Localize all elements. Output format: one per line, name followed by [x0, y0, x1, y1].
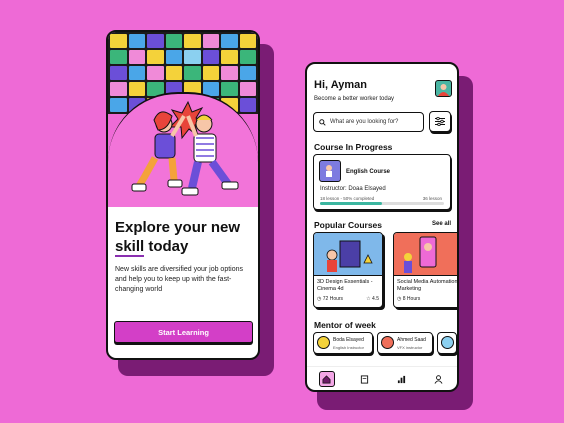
mentor-role: English Instructor [333, 345, 364, 350]
mentor-role: VFX instructor [397, 345, 423, 350]
mentors-list: Boda Elsayed English Instructor Ahmed Sa… [313, 332, 457, 356]
course-meta: ◷ 8 Hours [394, 294, 457, 304]
mentor-avatar [441, 336, 454, 349]
mentor-avatar [381, 336, 394, 349]
nav-home[interactable] [318, 371, 335, 387]
high-five-illustration [131, 100, 239, 196]
greeting-subtitle: Become a better worker today [314, 96, 395, 102]
course-title: 3D Design Essentials - Cinema 4d [317, 279, 373, 292]
course-hours: ◷ 8 Hours [397, 296, 421, 302]
home-screen: Hi, Ayman Become a better worker today W… [305, 62, 459, 392]
sliders-icon [435, 117, 445, 126]
avatar-icon [438, 84, 449, 96]
mentor-card[interactable] [437, 332, 457, 354]
progress-fill [320, 202, 382, 205]
onboarding-description: New skills are diversified your job opti… [115, 266, 243, 293]
course-rating: ☆ 4.5 [366, 296, 379, 302]
greeting: Hi, Ayman [314, 79, 367, 91]
headline-skill-word: skill [115, 238, 145, 257]
see-all-link[interactable]: See all [432, 221, 451, 227]
popular-courses-list: 3D Design Essentials - Cinema 4d ◷ 72 Ho… [313, 232, 458, 312]
in-progress-course-title: English Course [346, 169, 391, 175]
course-card[interactable]: Social Media Automation Marketing ◷ 8 Ho… [393, 232, 458, 308]
search-placeholder: What are you looking for? [330, 119, 399, 125]
course-3d-illustration-icon [326, 240, 373, 272]
hours-value: 8 Hours [402, 296, 421, 302]
headline-line-1: Explore your new [115, 219, 241, 236]
in-progress-instructor: Instructor: Doaa Elsayed [320, 186, 386, 192]
mentor-name: Ahmed Saad [397, 337, 426, 343]
hours-value: 72 Hours [322, 296, 344, 302]
course-thumbnail [319, 160, 341, 182]
headline-rest: today [144, 238, 189, 255]
course-illustration-icon [326, 165, 332, 177]
user-icon [434, 374, 443, 384]
mentor-card[interactable]: Boda Elsayed English Instructor [313, 332, 373, 354]
course-hours: ◷ 72 Hours [317, 296, 344, 302]
course-social-illustration-icon [404, 236, 437, 273]
mentor-of-week-title: Mentor of week [314, 320, 376, 330]
nav-stats[interactable] [395, 372, 409, 386]
nav-profile[interactable] [432, 372, 446, 386]
profile-avatar[interactable] [435, 80, 452, 97]
mentor-name: Boda Elsayed [333, 337, 364, 343]
course-card[interactable]: 3D Design Essentials - Cinema 4d ◷ 72 Ho… [313, 232, 383, 308]
in-progress-total-lessons: 36 lesson [422, 196, 442, 201]
in-progress-completed: 18 lesson - 50% completed [320, 196, 375, 201]
course-title: Social Media Automation Marketing [397, 279, 458, 292]
course-image [314, 233, 382, 276]
search-input[interactable]: What are you looking for? [313, 112, 424, 132]
book-icon [360, 374, 369, 384]
bottom-navigation [307, 366, 457, 390]
chart-icon [397, 375, 406, 383]
home-icon [322, 374, 331, 383]
mentor-card[interactable]: Ahmed Saad VFX instructor [377, 332, 433, 354]
start-learning-button[interactable]: Start Learning [114, 321, 253, 343]
mentor-avatar [317, 336, 330, 349]
progress-track [320, 202, 444, 205]
onboarding-headline: Explore your new skill today [115, 218, 255, 257]
onboarding-screen: Explore your new skill today New skills … [106, 30, 260, 360]
search-icon [319, 118, 326, 126]
course-meta: ◷ 72 Hours ☆ 4.5 [314, 294, 382, 304]
nav-courses[interactable] [358, 372, 372, 386]
hero-banner [108, 32, 258, 207]
rating-value: 4.5 [372, 296, 379, 302]
in-progress-course-card[interactable]: English Course Instructor: Doaa Elsayed … [313, 154, 451, 210]
course-in-progress-title: Course In Progress [314, 142, 393, 152]
course-image [394, 233, 457, 276]
onboarding-copy: Explore your new skill today New skills … [115, 218, 255, 295]
popular-courses-title: Popular Courses [314, 220, 383, 230]
filter-button[interactable] [429, 111, 451, 132]
